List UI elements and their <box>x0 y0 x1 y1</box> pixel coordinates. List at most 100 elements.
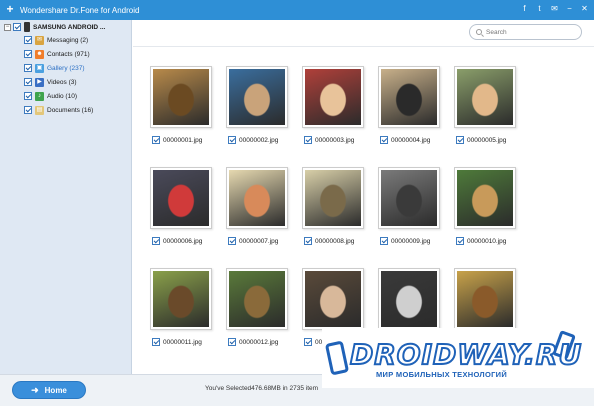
videos-icon: ▶ <box>35 77 44 87</box>
sidebar-item-checkbox[interactable] <box>24 36 32 44</box>
photo-checkbox[interactable] <box>304 338 312 346</box>
photo-thumbnail[interactable] <box>454 167 516 229</box>
photo-image <box>153 170 209 226</box>
gallery-tile[interactable]: 00000012.jpg <box>224 268 290 352</box>
sidebar-item[interactable]: ▤ Documents (16) <box>24 104 93 116</box>
photo-checkbox[interactable] <box>380 136 388 144</box>
phone-logo-icon <box>324 340 350 376</box>
photo-filename: 00000010.jpg <box>467 237 507 245</box>
photo-filename: 00000009.jpg <box>391 237 431 245</box>
photo-thumbnail[interactable] <box>302 167 364 229</box>
minimize-icon[interactable]: − <box>564 3 575 14</box>
gallery-tile[interactable]: 00000011.jpg <box>148 268 214 352</box>
gallery-tile[interactable]: 00000004.jpg <box>376 66 442 150</box>
photo-label: 00000010.jpg <box>456 237 506 245</box>
photo-label: 00000008.jpg <box>304 237 354 245</box>
photo-label: 00000006.jpg <box>152 237 202 245</box>
photo-thumbnail[interactable] <box>302 66 364 128</box>
photo-filename: 00000006.jpg <box>163 237 203 245</box>
photo-label: 00000007.jpg <box>228 237 278 245</box>
photo-label: 00000011.jpg <box>152 338 202 346</box>
photo-filename: 00000001.jpg <box>163 136 203 144</box>
sidebar-item-label: Videos (3) <box>47 78 77 86</box>
photo-image <box>305 170 361 226</box>
collapse-icon[interactable]: − <box>4 23 11 31</box>
sidebar-item-checkbox[interactable] <box>24 64 32 72</box>
photo-thumbnail[interactable] <box>378 167 440 229</box>
sidebar-item-checkbox[interactable] <box>24 106 32 114</box>
gallery-tile[interactable]: 00000002.jpg <box>224 66 290 150</box>
device-node[interactable]: − SAMSUNG ANDROID ... <box>4 21 105 33</box>
photo-thumbnail[interactable] <box>454 66 516 128</box>
sidebar-item-label: Contacts (971) <box>47 50 90 58</box>
photo-label: 00000004.jpg <box>380 136 430 144</box>
search-bar[interactable] <box>469 24 582 40</box>
photo-checkbox[interactable] <box>380 237 388 245</box>
sidebar-item-checkbox[interactable] <box>24 50 32 58</box>
photo-filename: 00000005.jpg <box>467 136 507 144</box>
gallery-tile[interactable]: 00000008.jpg <box>300 167 366 251</box>
photo-thumbnail[interactable] <box>226 66 288 128</box>
photo-image <box>457 170 513 226</box>
photo-filename: 00000003.jpg <box>315 136 355 144</box>
gallery-tile[interactable]: 00000005.jpg <box>452 66 518 150</box>
photo-checkbox[interactable] <box>456 136 464 144</box>
photo-thumbnail[interactable] <box>150 167 212 229</box>
close-icon[interactable]: ✕ <box>579 3 590 14</box>
photo-image <box>305 271 361 327</box>
gallery-tile[interactable]: 00000006.jpg <box>148 167 214 251</box>
sidebar-item[interactable]: ▶ Videos (3) <box>24 76 77 88</box>
sidebar-item-label: Audio (10) <box>47 92 77 100</box>
photo-thumbnail[interactable] <box>454 268 516 330</box>
search-icon <box>476 29 482 35</box>
photo-thumbnail[interactable] <box>150 66 212 128</box>
photo-checkbox[interactable] <box>456 237 464 245</box>
gallery-tile[interactable]: 00000001.jpg <box>148 66 214 150</box>
photo-thumbnail[interactable] <box>150 268 212 330</box>
photo-thumbnail[interactable] <box>378 66 440 128</box>
gallery-icon: ▣ <box>35 63 44 73</box>
contacts-icon: ☻ <box>35 49 44 59</box>
documents-icon: ▤ <box>35 105 44 115</box>
facebook-icon[interactable]: f <box>519 3 530 14</box>
sidebar-item[interactable]: ☻ Contacts (971) <box>24 48 90 60</box>
photo-label: 00000001.jpg <box>152 136 202 144</box>
sidebar-item[interactable]: ♪ Audio (10) <box>24 90 77 102</box>
photo-image <box>457 69 513 125</box>
device-checkbox[interactable] <box>13 23 21 31</box>
gallery-tile[interactable]: 00000009.jpg <box>376 167 442 251</box>
sidebar-item[interactable]: ✉ Messaging (2) <box>24 34 88 46</box>
photo-checkbox[interactable] <box>152 338 160 346</box>
sidebar-item-label: Documents (16) <box>47 106 94 114</box>
photo-image <box>229 271 285 327</box>
home-button[interactable]: ➜ Home <box>12 381 86 399</box>
sidebar-item[interactable]: ▣ Gallery (237) <box>24 62 85 74</box>
photo-checkbox[interactable] <box>152 136 160 144</box>
photo-thumbnail[interactable] <box>378 268 440 330</box>
home-label: Home <box>44 385 67 395</box>
photo-image <box>381 69 437 125</box>
photo-checkbox[interactable] <box>228 237 236 245</box>
photo-thumbnail[interactable] <box>302 268 364 330</box>
photo-checkbox[interactable] <box>304 136 312 144</box>
watermark-logo: DROIDWAY.RU МИР МОБИЛЬНЫХ ТЕХНОЛОГИЙ <box>322 328 594 388</box>
sidebar-item-checkbox[interactable] <box>24 78 32 86</box>
photo-label: 00000009.jpg <box>380 237 430 245</box>
photo-checkbox[interactable] <box>228 136 236 144</box>
gallery-tile[interactable]: 00000007.jpg <box>224 167 290 251</box>
photo-checkbox[interactable] <box>152 237 160 245</box>
feedback-icon[interactable]: ✉ <box>549 3 560 14</box>
photo-filename: 00000011.jpg <box>163 338 202 346</box>
window-title: Wondershare Dr.Fone for Android <box>20 5 140 15</box>
sidebar-item-checkbox[interactable] <box>24 92 32 100</box>
photo-checkbox[interactable] <box>304 237 312 245</box>
photo-checkbox[interactable] <box>228 338 236 346</box>
search-input[interactable] <box>486 28 576 36</box>
photo-filename: 00000004.jpg <box>391 136 431 144</box>
photo-thumbnail[interactable] <box>226 268 288 330</box>
gallery-tile[interactable]: 00000003.jpg <box>300 66 366 150</box>
device-label: SAMSUNG ANDROID ... <box>33 23 106 31</box>
twitter-icon[interactable]: t <box>534 3 545 14</box>
gallery-tile[interactable]: 00000010.jpg <box>452 167 518 251</box>
photo-thumbnail[interactable] <box>226 167 288 229</box>
